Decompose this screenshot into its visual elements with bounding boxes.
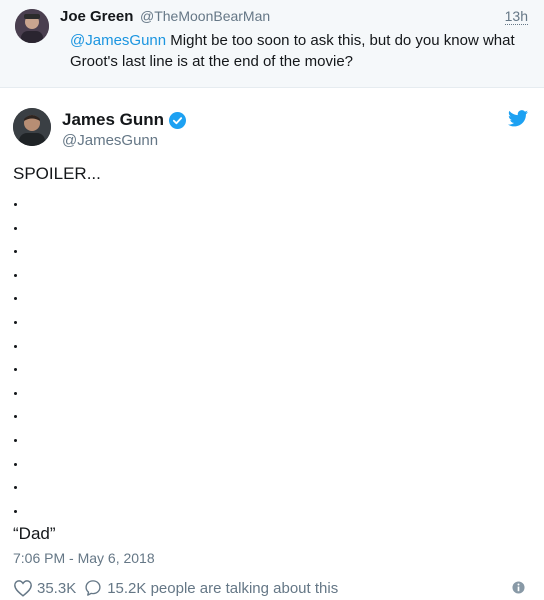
tweet-line-dad: “Dad”	[13, 524, 56, 543]
comment-bubble-icon	[85, 580, 101, 596]
tweet-dot-line: .	[14, 462, 17, 466]
author-avatar[interactable]	[13, 108, 51, 146]
like-button[interactable]: 35.3K	[13, 579, 76, 597]
reply-avatar[interactable]	[15, 9, 49, 43]
reply-text: @JamesGunn Might be too soon to ask this…	[70, 30, 525, 72]
tweet-dot-line: .	[14, 250, 17, 254]
tweet-timestamp[interactable]: 7:06 PM - May 6, 2018	[13, 550, 155, 566]
info-icon[interactable]	[512, 581, 525, 598]
twitter-bird-icon[interactable]	[508, 110, 528, 132]
talking-count-text: 15.2K people are talking about this	[107, 579, 339, 597]
tweet-dot-line: .	[14, 344, 17, 348]
tweet-dot-line: .	[14, 226, 17, 230]
reply-mention-link[interactable]: @JamesGunn	[70, 32, 166, 49]
reply-tweet[interactable]: Joe Green @TheMoonBearMan 13h @JamesGunn…	[0, 0, 544, 88]
tweet-dot-line: .	[14, 486, 17, 490]
tweet-dots-list: ..............	[13, 190, 33, 533]
reply-time[interactable]: 13h	[504, 9, 528, 25]
tweet-dot-line: .	[14, 368, 17, 372]
author-name[interactable]: James Gunn	[62, 110, 164, 130]
reply-author-handle[interactable]: @TheMoonBearMan	[140, 8, 270, 24]
tweet-dot-line: .	[14, 438, 17, 442]
conversation-link[interactable]: 15.2K people are talking about this	[84, 579, 338, 597]
author-name-row[interactable]: James Gunn	[62, 110, 187, 130]
verified-badge-icon	[169, 111, 187, 129]
heart-icon	[14, 580, 32, 597]
tweet-dot-line: .	[14, 415, 17, 419]
author-handle[interactable]: @JamesGunn	[62, 132, 158, 149]
tweet-dot-line: .	[14, 509, 17, 513]
tweet-dot-line: .	[14, 203, 17, 206]
tweet-line-spoiler: SPOILER...	[13, 164, 101, 183]
like-count: 35.3K	[37, 579, 77, 597]
tweet-dot-line: .	[14, 320, 17, 324]
tweet-dot-line: .	[14, 391, 17, 395]
reply-author-name[interactable]: Joe Green	[60, 8, 133, 25]
tweet-actions: 35.3K 15.2K people are talking about thi…	[13, 578, 533, 598]
tweet-dot-line: .	[14, 273, 17, 277]
tweet-dot-line: .	[14, 297, 17, 301]
